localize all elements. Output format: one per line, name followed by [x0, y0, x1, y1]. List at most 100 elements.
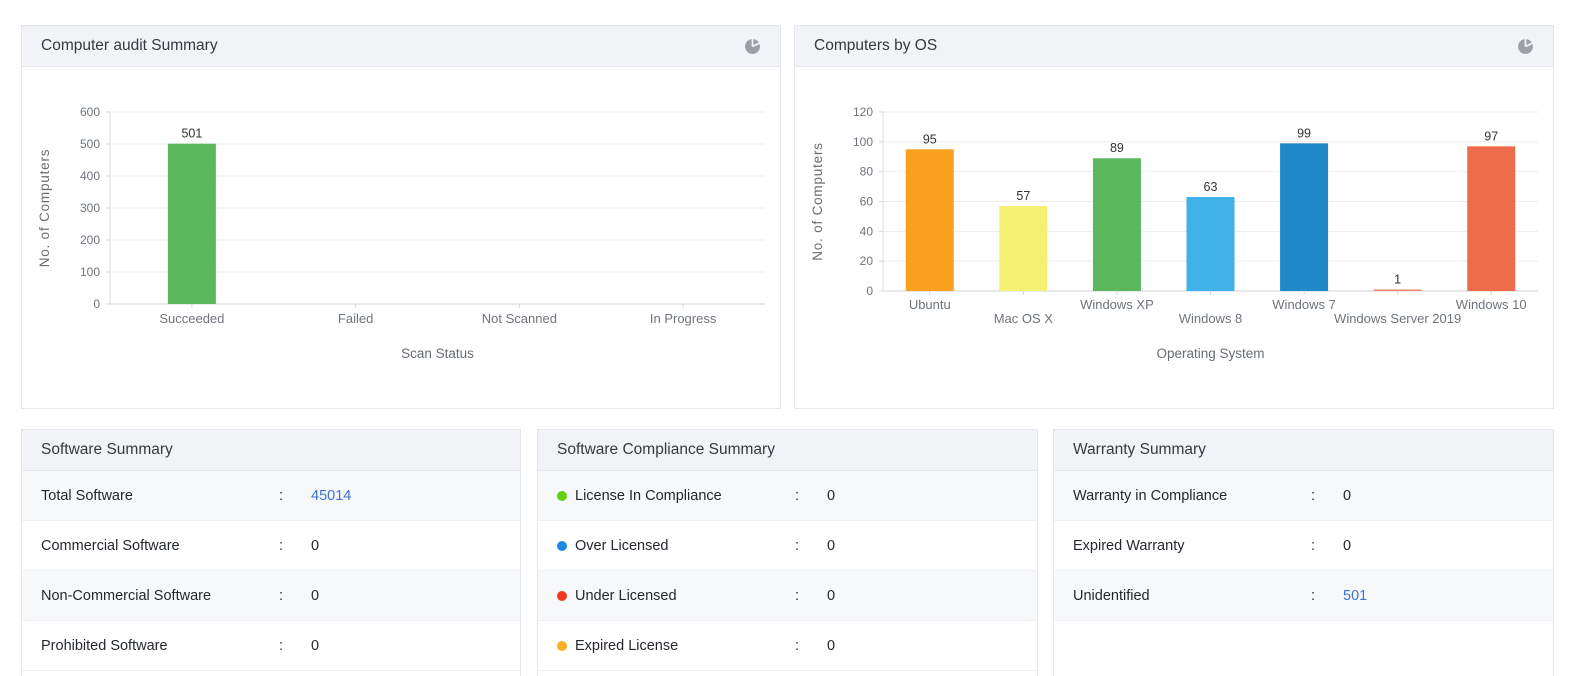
bar-value-label: 501 — [181, 127, 202, 141]
bar-value-label: 97 — [1484, 129, 1498, 143]
table-row: Expired Warranty : 0 — [1054, 521, 1553, 571]
row-label: Expired License — [557, 638, 795, 654]
x-category-label: Windows 8 — [1179, 311, 1243, 326]
bar-Succeeded[interactable] — [168, 144, 216, 304]
y-tick-label: 400 — [80, 169, 100, 183]
x-category-label: Windows 10 — [1456, 297, 1527, 312]
bar-Ubuntu[interactable] — [906, 149, 954, 291]
y-tick-label: 600 — [80, 105, 100, 119]
x-category-label: In Progress — [650, 311, 717, 326]
y-tick-label: 120 — [853, 105, 873, 119]
y-tick-label: 40 — [860, 224, 874, 238]
row-colon: : — [279, 538, 311, 554]
row-label-text: Over Licensed — [575, 538, 669, 554]
row-colon: : — [795, 488, 827, 504]
x-category-label: Succeeded — [159, 311, 224, 326]
row-label-text: License In Compliance — [575, 488, 722, 504]
table-row: Non-Commercial Software : 0 — [22, 571, 520, 621]
row-value-link[interactable]: 45014 — [311, 488, 501, 504]
pie-chart-icon[interactable] — [744, 38, 761, 55]
bar-Mac OS X[interactable] — [999, 206, 1047, 291]
x-category-label: Failed — [338, 311, 373, 326]
bar-Windows 8[interactable] — [1187, 197, 1235, 291]
red-status-dot — [557, 591, 567, 601]
row-value-link[interactable]: 501 — [1343, 588, 1534, 604]
bar-value-label: 1 — [1394, 273, 1401, 287]
row-label: Over Licensed — [557, 538, 795, 554]
y-tick-label: 60 — [860, 195, 874, 209]
row-label: Under Licensed — [557, 588, 795, 604]
pie-chart-icon[interactable] — [1517, 38, 1534, 55]
scan-status-bar-chart: 0100200300400500600501SucceededFailedNot… — [22, 67, 780, 408]
bar-value-label: 57 — [1016, 189, 1030, 203]
top-row: Computer audit Summary 01002003004005006… — [21, 25, 1554, 409]
row-value: 0 — [827, 638, 1018, 654]
row-value: 0 — [1343, 538, 1534, 554]
row-value: 0 — [1343, 488, 1534, 504]
table-row: Over Licensed : 0 — [538, 521, 1037, 571]
row-label: Warranty in Compliance — [1073, 488, 1311, 504]
bar-value-label: 89 — [1110, 141, 1124, 155]
bar-Windows Server 2019[interactable] — [1374, 290, 1422, 292]
y-tick-label: 100 — [853, 135, 873, 149]
computer-audit-summary-panel: Computer audit Summary 01002003004005006… — [21, 25, 781, 409]
row-value: 0 — [311, 638, 501, 654]
bar-Windows 7[interactable] — [1280, 143, 1328, 291]
table-row: License In Compliance : 0 — [538, 471, 1037, 521]
table-row: Unidentified : 501 — [1054, 571, 1553, 621]
row-value: 0 — [311, 538, 501, 554]
x-category-label: Windows XP — [1080, 297, 1154, 312]
green-status-dot — [557, 491, 567, 501]
row-label: Unidentified — [1073, 588, 1311, 604]
y-tick-label: 100 — [80, 265, 100, 279]
panel-title: Warranty Summary — [1073, 441, 1206, 459]
os-bar-chart: 02040608010012095Ubuntu57Mac OS X89Windo… — [795, 67, 1553, 408]
row-label: Prohibited Software — [41, 638, 279, 654]
y-tick-label: 20 — [860, 254, 874, 268]
bottom-row: Software Summary Total Software : 45014 … — [21, 429, 1554, 676]
row-colon: : — [1311, 538, 1343, 554]
y-tick-label: 0 — [93, 297, 100, 311]
row-colon: : — [1311, 588, 1343, 604]
computers-by-os-panel: Computers by OS 02040608010012095Ubuntu5… — [794, 25, 1554, 409]
x-category-label: Ubuntu — [909, 297, 951, 312]
dashboard: Computer audit Summary 01002003004005006… — [0, 0, 1570, 676]
panel-title: Software Summary — [41, 441, 173, 459]
row-label: Total Software — [41, 488, 279, 504]
row-colon: : — [1311, 488, 1343, 504]
table-row: Expired License : 0 — [538, 621, 1037, 671]
panel-title: Computers by OS — [814, 37, 937, 55]
y-tick-label: 500 — [80, 137, 100, 151]
software-summary-header: Software Summary — [22, 430, 520, 471]
row-value: 0 — [827, 488, 1018, 504]
row-value: 0 — [827, 588, 1018, 604]
table-row: Prohibited Software : 0 — [22, 621, 520, 671]
bar-Windows XP[interactable] — [1093, 158, 1141, 291]
y-tick-label: 80 — [860, 165, 874, 179]
blue-status-dot — [557, 541, 567, 551]
row-label: Non-Commercial Software — [41, 588, 279, 604]
row-label-text: Under Licensed — [575, 588, 677, 604]
bar-Windows 10[interactable] — [1467, 146, 1515, 291]
table-row: Commercial Software : 0 — [22, 521, 520, 571]
row-colon: : — [279, 488, 311, 504]
y-tick-label: 200 — [80, 233, 100, 247]
x-category-label: Mac OS X — [994, 311, 1054, 326]
row-colon: : — [795, 588, 827, 604]
row-colon: : — [795, 538, 827, 554]
row-label: Expired Warranty — [1073, 538, 1311, 554]
row-value: 0 — [827, 538, 1018, 554]
y-tick-label: 0 — [866, 284, 873, 298]
row-label: License In Compliance — [557, 488, 795, 504]
row-colon: : — [279, 638, 311, 654]
computer-audit-summary-header: Computer audit Summary — [22, 26, 780, 67]
warranty-summary-header: Warranty Summary — [1054, 430, 1553, 471]
y-axis-title: No. of Computers — [810, 142, 825, 261]
table-row: Warranty in Compliance : 0 — [1054, 471, 1553, 521]
bar-value-label: 99 — [1297, 126, 1311, 140]
y-axis-title: No. of Computers — [37, 149, 52, 268]
x-category-label: Not Scanned — [482, 311, 557, 326]
table-row: Total Software : 45014 — [22, 471, 520, 521]
row-colon: : — [795, 638, 827, 654]
software-summary-panel: Software Summary Total Software : 45014 … — [21, 429, 521, 676]
